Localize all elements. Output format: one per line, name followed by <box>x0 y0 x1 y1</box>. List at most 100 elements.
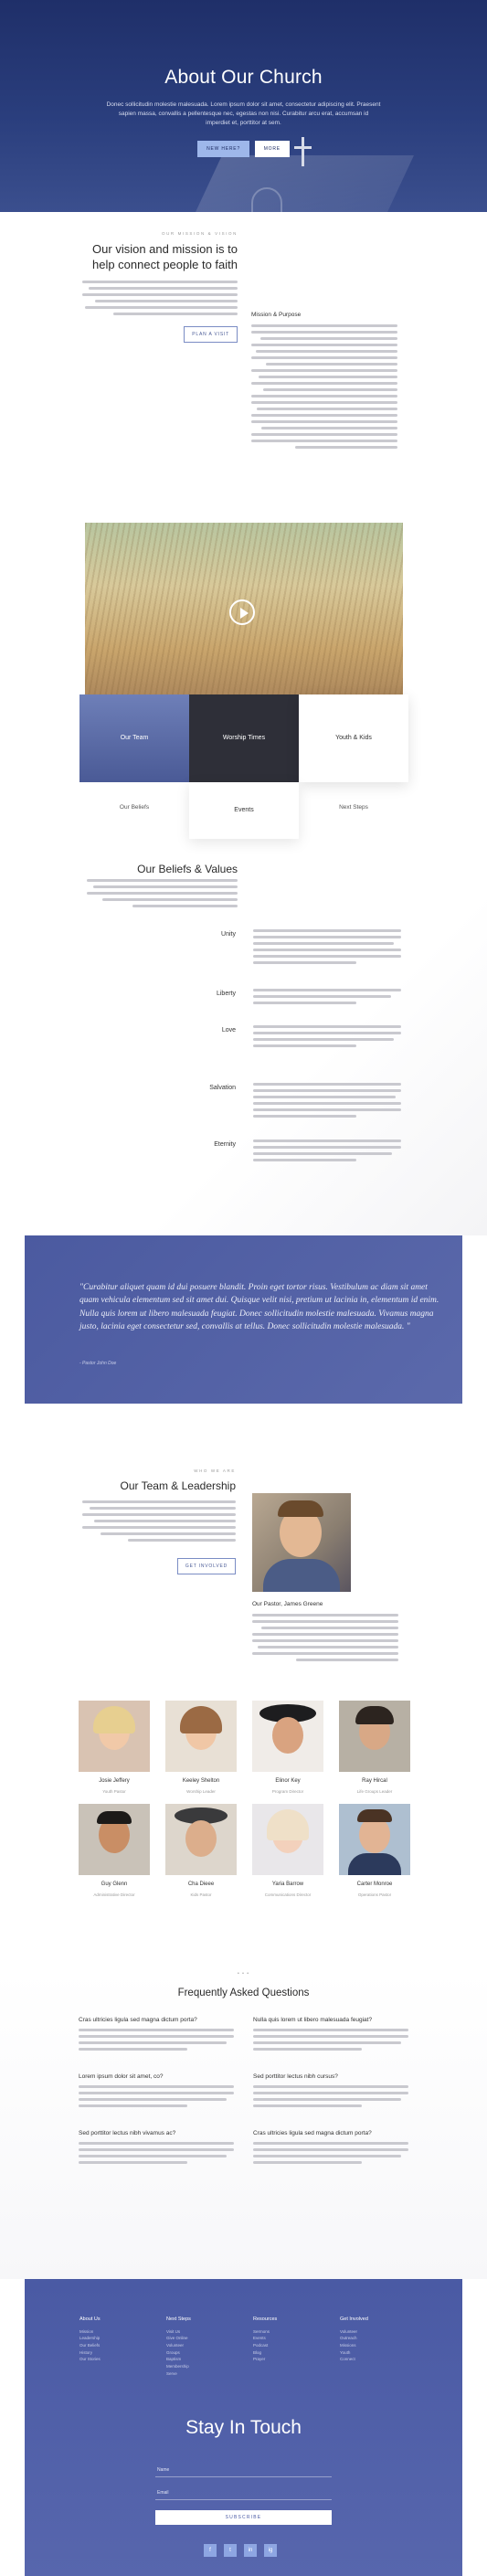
more-button[interactable]: More <box>254 140 290 157</box>
tile-youth-kids[interactable]: Youth & Kids <box>299 694 408 782</box>
footer-column: Get Involved Volunteer Outreach Missions… <box>340 2316 422 2363</box>
faq-item[interactable]: Sed porttitor lectus nibh cursus? <box>253 2072 408 2111</box>
footer-link[interactable]: Missions <box>340 2342 422 2349</box>
footer-link[interactable]: Visit Us <box>166 2328 249 2336</box>
belief-salvation-text <box>253 1083 401 1121</box>
team-member[interactable]: Josie Jeffery Youth Pastor <box>79 1701 150 1795</box>
link-next-steps[interactable]: Next Steps <box>299 790 408 826</box>
footer-link[interactable]: Youth <box>340 2349 422 2357</box>
faq-item[interactable]: Cras ultricies ligula sed magna dictum p… <box>79 2016 234 2054</box>
member-name: Carter Monroe <box>356 1882 393 1887</box>
footer-link[interactable]: Events <box>253 2335 335 2342</box>
footer-link[interactable]: Sermons <box>253 2328 335 2336</box>
mission-paragraph <box>82 280 238 315</box>
footer-column: About Us Mission Leadership Our Beliefs … <box>79 2316 162 2363</box>
facebook-icon[interactable]: f <box>204 2544 217 2557</box>
hero-section: About Our Church Donec sollicitudin mole… <box>0 0 487 212</box>
link-events[interactable]: Events <box>189 782 299 839</box>
member-role: Program Director <box>271 1788 304 1794</box>
faq-item[interactable]: Lorem ipsum dolor sit amet, co? <box>79 2072 234 2111</box>
name-field[interactable]: Name <box>155 2462 332 2477</box>
footer-link[interactable]: Give Online <box>166 2335 249 2342</box>
member-face <box>272 1717 303 1754</box>
member-name: Keeley Shelton <box>182 1778 220 1784</box>
pastor-bio <box>252 1614 398 1665</box>
footer-link[interactable]: Blog <box>253 2349 335 2357</box>
team-member[interactable]: Keeley Shelton Worship Leader <box>165 1701 237 1795</box>
footer-column-title: Next Steps <box>166 2316 191 2322</box>
member-hair <box>97 1811 132 1824</box>
faq-question: Cras ultricies ligula sed magna dictum p… <box>79 2017 197 2023</box>
team-intro: Who we are Our Team & Leadership Get Inv… <box>82 1468 236 1575</box>
pastor-hair <box>278 1500 323 1517</box>
team-section: Who we are Our Team & Leadership Get Inv… <box>0 1404 487 1970</box>
footer-link[interactable]: Volunteer <box>340 2328 422 2336</box>
footer-link[interactable]: Groups <box>166 2349 249 2357</box>
belief-eternity: Eternity <box>214 1141 236 1148</box>
mission-purpose-text <box>251 324 397 450</box>
belief-unity: Unity <box>221 931 236 938</box>
subscribe-button[interactable]: Subscribe <box>155 2510 332 2525</box>
member-hair <box>180 1706 222 1733</box>
hero-title: About Our Church <box>164 67 323 88</box>
quote-text: "Curabitur aliquet quam id dui posuere b… <box>79 1283 439 1331</box>
tile-label: Our Team <box>120 735 149 742</box>
team-member[interactable]: Elinor Key Program Director <box>252 1701 323 1795</box>
footer-link[interactable]: History <box>79 2349 162 2357</box>
hero-buttons: New Here? More <box>0 140 487 157</box>
link-label: Our Beliefs <box>119 803 150 811</box>
footer-link[interactable]: Membership <box>166 2363 249 2370</box>
play-icon[interactable] <box>229 599 255 625</box>
footer-column-title: Get Involved <box>340 2316 368 2322</box>
belief-love: Love <box>221 1027 236 1034</box>
member-photo <box>79 1804 150 1875</box>
get-involved-button[interactable]: Get Involved <box>176 1558 236 1575</box>
footer-link[interactable]: Our Stories <box>79 2356 162 2363</box>
email-field[interactable]: Email <box>155 2485 332 2500</box>
team-member[interactable]: Ray Hircal Life Groups Leader <box>339 1701 410 1795</box>
member-role: Life Groups Leader <box>356 1788 393 1794</box>
footer-link[interactable]: Connect <box>340 2356 422 2363</box>
footer-link[interactable]: Our Beliefs <box>79 2342 162 2349</box>
footer-link[interactable]: Prayer <box>253 2356 335 2363</box>
plan-visit-button[interactable]: Plan a Visit <box>184 325 238 343</box>
link-our-beliefs[interactable]: Our Beliefs <box>79 790 189 826</box>
footer-column-title: Resources <box>253 2316 278 2322</box>
team-member[interactable]: Cha Dieee Kids Pastor <box>165 1804 237 1898</box>
member-role: Communications Director <box>264 1892 312 1897</box>
member-hair <box>93 1706 135 1733</box>
faq-item[interactable]: Sed porttitor lectus nibh vivamus ac? <box>79 2129 234 2168</box>
team-member[interactable]: Guy Glenn Administrative Director <box>79 1804 150 1898</box>
tile-worship-times[interactable]: Worship Times <box>189 694 299 782</box>
mission-purpose: Mission & Purpose <box>251 311 397 452</box>
member-hair <box>357 1809 392 1822</box>
footer-link[interactable]: Outreach <box>340 2335 422 2342</box>
footer-link[interactable]: Mission <box>79 2328 162 2336</box>
faq-question: Sed porttitor lectus nibh cursus? <box>253 2073 338 2080</box>
member-name: Elinor Key <box>275 1778 301 1784</box>
team-member[interactable]: Yaria Barrow Communications Director <box>252 1804 323 1898</box>
member-role: Worship Leader <box>186 1788 216 1794</box>
twitter-icon[interactable]: t <box>224 2544 237 2557</box>
footer-title: Stay In Touch <box>185 2417 302 2438</box>
member-role: Kids Pastor <box>190 1892 212 1897</box>
faq-item[interactable]: Nulla quis lorem ut libero malesuada feu… <box>253 2016 408 2054</box>
footer-link[interactable]: Podcast <box>253 2342 335 2349</box>
member-name: Josie Jeffery <box>99 1778 130 1784</box>
member-name: Guy Glenn <box>101 1882 128 1887</box>
member-hair <box>267 1809 309 1840</box>
footer-link[interactable]: Leadership <box>79 2335 162 2342</box>
footer-link[interactable]: Baptism <box>166 2356 249 2363</box>
footer-link[interactable]: Volunteer <box>166 2342 249 2349</box>
faq-item[interactable]: Cras ultricies ligula sed magna dictum p… <box>253 2129 408 2168</box>
faq-title: Frequently Asked Questions <box>177 1988 310 1998</box>
linkedin-icon[interactable]: in <box>244 2544 257 2557</box>
beliefs-section: Our Beliefs & Values Unity Liberty Love … <box>0 861 487 1235</box>
team-member[interactable]: Carter Monroe Operations Pastor <box>339 1804 410 1898</box>
new-here-button[interactable]: New Here? <box>197 140 250 157</box>
footer-link[interactable]: Serve <box>166 2370 249 2378</box>
tile-our-team[interactable]: Our Team <box>79 694 189 782</box>
instagram-icon[interactable]: ig <box>264 2544 277 2557</box>
member-photo <box>79 1701 150 1772</box>
wheat-field-video[interactable] <box>85 523 403 704</box>
